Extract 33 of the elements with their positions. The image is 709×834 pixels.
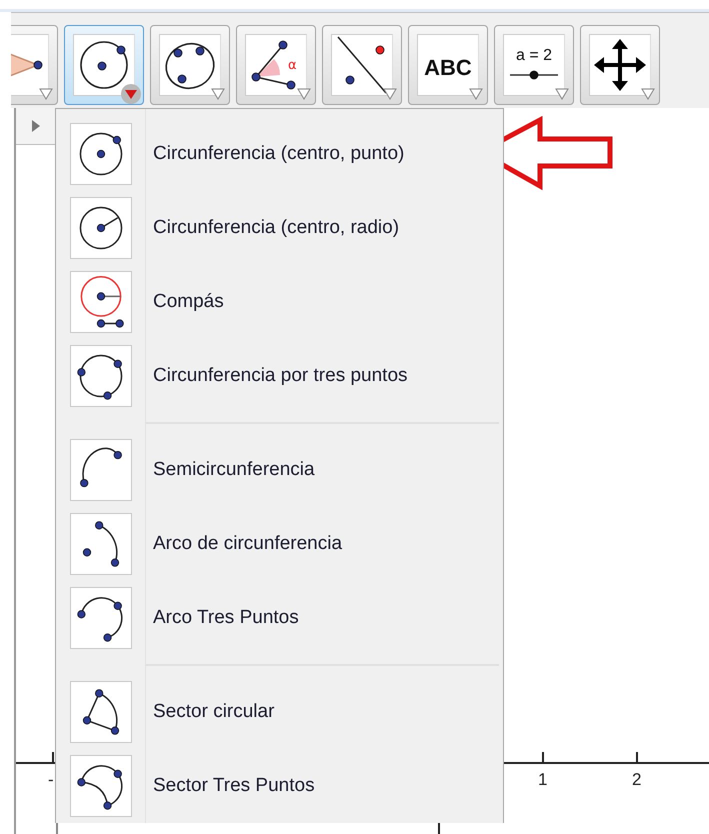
- menu-item[interactable]: Semicircunferencia: [56, 433, 503, 507]
- menu-item[interactable]: Circunferencia (centro, punto): [56, 117, 503, 191]
- dropdown-icon: [121, 84, 141, 104]
- axis-label: 2: [632, 770, 642, 790]
- tool-button[interactable]: α: [236, 25, 316, 105]
- angle-label: α: [288, 58, 297, 73]
- tool-button[interactable]: ABC: [408, 25, 488, 105]
- dropdown-icon: [641, 88, 655, 100]
- tool-button[interactable]: a = 2: [494, 25, 574, 105]
- dropdown-icon: [469, 88, 483, 100]
- menu-item[interactable]: Circunferencia (centro, radio): [56, 191, 503, 265]
- dropdown-icon: [383, 88, 397, 100]
- axis-label: -: [48, 770, 54, 790]
- menu-item[interactable]: Arco de circunferencia: [56, 507, 503, 581]
- menu-item[interactable]: Circunferencia por tres puntos: [56, 339, 503, 413]
- tool-button[interactable]: [150, 25, 230, 105]
- menu-item[interactable]: Sector Tres Puntos: [56, 749, 503, 823]
- angle-icon: [252, 40, 296, 90]
- tool-button[interactable]: [64, 25, 144, 105]
- tool-button[interactable]: [322, 25, 402, 105]
- menu-item[interactable]: Compás: [56, 265, 503, 339]
- dropdown-icon: [297, 88, 311, 100]
- menu-item[interactable]: Arco Tres Puntos: [56, 581, 503, 655]
- dropdown-icon: [211, 88, 225, 100]
- dropdown-icon: [39, 88, 53, 100]
- tool-button[interactable]: [580, 25, 660, 105]
- menu-item[interactable]: Sector circular: [56, 675, 503, 749]
- slider-label: a = 2: [516, 47, 552, 64]
- slider-icon: [510, 70, 558, 80]
- axis-label: 1: [538, 770, 548, 790]
- dropdown-icon: [555, 88, 569, 100]
- text-tool-label: ABC: [424, 55, 472, 80]
- collapse-icon[interactable]: [32, 120, 40, 132]
